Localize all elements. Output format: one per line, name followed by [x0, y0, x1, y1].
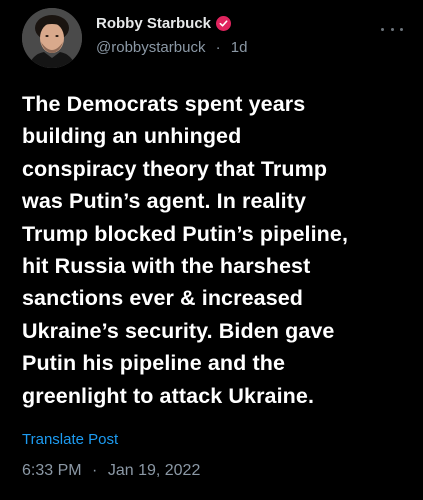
- timestamp-separator: ·: [92, 462, 98, 479]
- translate-post-link[interactable]: Translate Post: [22, 431, 118, 448]
- meta-separator: ·: [215, 39, 221, 56]
- avatar[interactable]: [22, 8, 82, 68]
- profile-photo-icon: [22, 8, 82, 68]
- author-handle[interactable]: @robbystarbuck: [96, 39, 205, 56]
- post-timestamp: 6:33 PM · Jan 19, 2022: [22, 462, 200, 480]
- verified-check-icon: [216, 16, 232, 31]
- post-time[interactable]: 6:33 PM: [22, 462, 82, 479]
- more-dots-icon[interactable]: [381, 22, 403, 36]
- post-card: Robby Starbuck @robbystarbuck · 1d The D…: [0, 0, 423, 500]
- author-meta: @robbystarbuck · 1d: [96, 39, 247, 56]
- author-name-text[interactable]: Robby Starbuck: [96, 15, 211, 32]
- post-age[interactable]: 1d: [231, 39, 248, 56]
- post-text: The Democrats spent years building an un…: [22, 92, 349, 408]
- post-date[interactable]: Jan 19, 2022: [108, 462, 201, 479]
- author-name[interactable]: Robby Starbuck: [96, 15, 232, 32]
